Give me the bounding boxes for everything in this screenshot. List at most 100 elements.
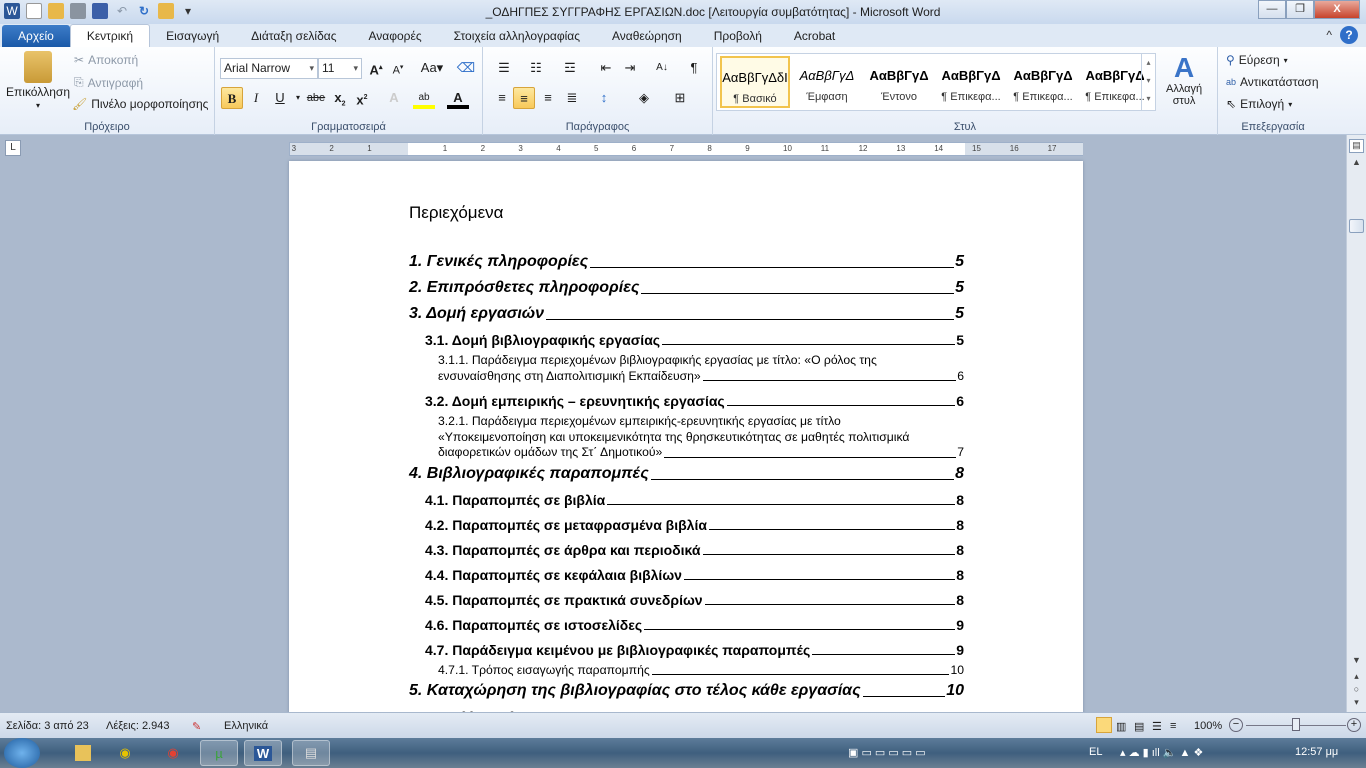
- page-count[interactable]: Σελίδα: 3 από 23: [6, 720, 89, 732]
- shading-button[interactable]: ◈: [633, 87, 655, 109]
- document-page[interactable]: Περιεχόμενα 1. Γενικές πληροφορίες 5 2. Επ…: [289, 161, 1083, 712]
- minimize-button[interactable]: —: [1258, 0, 1286, 19]
- explorer-taskbar-icon[interactable]: [64, 740, 102, 766]
- start-button[interactable]: [4, 738, 40, 768]
- minimize-ribbon-icon[interactable]: ^: [1326, 28, 1332, 42]
- borders-button[interactable]: ⊞: [669, 87, 691, 109]
- multilevel-list-button[interactable]: ☲: [559, 57, 581, 79]
- device-taskbar-icon[interactable]: ▤: [292, 740, 330, 766]
- toc-entry[interactable]: 2. Επιπρόσθετες πληροφορίες 5: [409, 275, 964, 301]
- bold-button[interactable]: B: [221, 87, 243, 109]
- outline-icon[interactable]: ☰: [1152, 720, 1162, 733]
- style-strong[interactable]: ΑαΒβΓγΔ Έντονο: [864, 56, 934, 108]
- tray-icons[interactable]: ▴ ☁ ▮ ıll 🔈 ▲ ❖: [1120, 746, 1203, 759]
- align-center-button[interactable]: ≡: [513, 87, 535, 109]
- clock[interactable]: 12:57 μμ: [1295, 746, 1338, 758]
- italic-button[interactable]: I: [245, 87, 267, 109]
- zoom-in-button[interactable]: +: [1347, 718, 1361, 732]
- toc-entry[interactable]: 3.1. Δομή βιβλιογραφικής εργασίας 5: [409, 327, 964, 352]
- print-layout-icon[interactable]: [1096, 717, 1112, 733]
- toc-entry[interactable]: 3.2. Δομή εμπειρικής – ερευνητικής εργασ…: [409, 388, 964, 413]
- word-count[interactable]: Λέξεις: 2.943: [106, 720, 169, 732]
- replace-button[interactable]: ab Αντικατάσταση: [1226, 75, 1319, 89]
- chrome-taskbar-icon[interactable]: ◉: [154, 740, 192, 766]
- tab-home[interactable]: Κεντρική: [69, 24, 151, 47]
- line-spacing-button[interactable]: ↕: [593, 87, 615, 109]
- paste-button[interactable]: Επικόλληση ▾: [6, 51, 70, 110]
- toc-entry[interactable]: 4.7. Παράδειγμα κειμένου με βιβλιογραφικ…: [409, 637, 964, 662]
- toc-entry[interactable]: 4.3. Παραπομπές σε άρθρα και περιοδικά 8: [409, 537, 964, 562]
- help-icon[interactable]: ?: [1340, 26, 1358, 44]
- style-heading-2[interactable]: ΑαΒβΓγΔ ¶ Επικεφα...: [1008, 56, 1078, 108]
- toc-entry[interactable]: 1. Γενικές πληροφορίες 5: [409, 249, 964, 275]
- superscript-button[interactable]: x2: [351, 87, 373, 109]
- tray-app-icons[interactable]: ▣ ▭ ▭ ▭ ▭ ▭: [848, 746, 926, 759]
- style-heading-1[interactable]: ΑαΒβΓγΔ ¶ Επικεφα...: [936, 56, 1006, 108]
- font-name-select[interactable]: Arial Narrow: [220, 58, 318, 79]
- tab-page-layout[interactable]: Διάταξη σελίδας: [235, 25, 352, 47]
- change-styles-button[interactable]: A Αλλαγή στυλ: [1166, 53, 1202, 108]
- style-emphasis[interactable]: ΑαΒβΓγΔ Έμφαση: [792, 56, 862, 108]
- copy-button[interactable]: ⎘ Αντιγραφή: [74, 75, 143, 90]
- next-page-button[interactable]: ▾: [1349, 697, 1364, 711]
- cut-button[interactable]: ✂ Αποκοπή: [74, 53, 138, 67]
- horizontal-ruler[interactable]: 3 2 1 1 2 3 4 5 6 7 8 9 10 11 12 13 14 15 16 17: [289, 142, 1083, 156]
- toc-entry[interactable]: 4.6. Παραπομπές σε ιστοσελίδες 9: [409, 612, 964, 637]
- tab-file[interactable]: Αρχείο: [2, 25, 70, 47]
- app-taskbar-icon[interactable]: ◉: [106, 740, 144, 766]
- style-normal[interactable]: ΑαΒβΓγΔδΙ ¶ Βασικό: [720, 56, 790, 108]
- zoom-level[interactable]: 100%: [1194, 720, 1222, 732]
- styles-scroll[interactable]: ▴ ▾ ▾: [1141, 54, 1155, 110]
- draft-icon[interactable]: ≡: [1170, 720, 1176, 732]
- strikethrough-button[interactable]: abe: [303, 87, 329, 109]
- tab-review[interactable]: Αναθεώρηση: [596, 25, 698, 47]
- restore-button[interactable]: ❐: [1286, 0, 1314, 19]
- increase-indent-button[interactable]: ⇥: [619, 57, 641, 79]
- toc-entry[interactable]: 4.1. Παραπομπές σε βιβλία 8: [409, 487, 964, 512]
- highlight-button[interactable]: ab: [413, 87, 435, 109]
- find-button[interactable]: ⚲ Εύρεση ▾: [1226, 53, 1288, 67]
- subscript-button[interactable]: x2: [329, 87, 351, 109]
- font-size-select[interactable]: 11: [318, 58, 362, 79]
- browse-object-button[interactable]: ○: [1349, 684, 1364, 698]
- toc-entry[interactable]: 5. Καταχώρηση της βιβλιογραφίας στο τέλο…: [409, 678, 964, 704]
- align-right-button[interactable]: ≡: [537, 87, 559, 109]
- bullets-button[interactable]: ☰: [493, 57, 515, 79]
- text-effects-button[interactable]: A: [383, 87, 405, 109]
- language-indicator[interactable]: Ελληνικά: [224, 720, 268, 732]
- zoom-slider-handle[interactable]: [1292, 718, 1300, 731]
- tab-references[interactable]: Αναφορές: [353, 25, 438, 47]
- toc-entry[interactable]: 3. Δομή εργασιών 5: [409, 301, 964, 327]
- select-button[interactable]: ⇖ Επιλογή ▾: [1226, 97, 1292, 111]
- toc-entry[interactable]: 5.1. Ελληνόγλωσση10: [409, 704, 964, 712]
- change-case-button[interactable]: Aa▾: [418, 57, 446, 79]
- justify-button[interactable]: ≣: [561, 87, 583, 109]
- full-screen-reading-icon[interactable]: ▥: [1116, 720, 1126, 733]
- show-formatting-button[interactable]: ¶: [683, 57, 705, 79]
- tab-view[interactable]: Προβολή: [698, 25, 778, 47]
- format-painter-button[interactable]: 🖌 Πινέλο μορφοποίησης: [72, 97, 208, 111]
- input-language[interactable]: EL: [1089, 746, 1102, 758]
- toc-entry[interactable]: 4.5. Παραπομπές σε πρακτικά συνεδρίων 8: [409, 587, 964, 612]
- tab-insert[interactable]: Εισαγωγή: [150, 25, 235, 47]
- web-layout-icon[interactable]: ▤: [1134, 720, 1144, 733]
- sort-button[interactable]: A↓: [651, 57, 673, 79]
- ruler-toggle-icon[interactable]: ▤: [1349, 139, 1364, 153]
- clear-formatting-button[interactable]: ⌫: [455, 57, 477, 79]
- scroll-down-button[interactable]: ▼: [1349, 655, 1364, 669]
- grow-font-button[interactable]: A▴: [365, 57, 387, 79]
- toc-entry[interactable]: 4.2. Παραπομπές σε μεταφρασμένα βιβλία 8: [409, 512, 964, 537]
- font-color-button[interactable]: A: [447, 87, 469, 109]
- utorrent-taskbar-icon[interactable]: µ: [200, 740, 238, 766]
- scroll-thumb[interactable]: [1349, 219, 1364, 233]
- toc-entry[interactable]: 4.4. Παραπομπές σε κεφάλαια βιβλίων 8: [409, 562, 964, 587]
- previous-page-button[interactable]: ▴: [1349, 671, 1364, 685]
- scroll-up-button[interactable]: ▲: [1349, 157, 1364, 171]
- word-taskbar-icon[interactable]: W: [244, 740, 282, 766]
- proofing-icon[interactable]: ✎: [192, 720, 201, 733]
- vertical-scrollbar[interactable]: ▤ ▲ ▼ ▴ ○ ▾: [1346, 135, 1366, 712]
- toc-entry[interactable]: 4.7.1. Τρόπος εισαγωγής παραπομπής 10: [409, 662, 964, 679]
- close-button[interactable]: X: [1314, 0, 1360, 19]
- numbering-button[interactable]: ☷: [525, 57, 547, 79]
- tab-mailings[interactable]: Στοιχεία αλληλογραφίας: [438, 25, 596, 47]
